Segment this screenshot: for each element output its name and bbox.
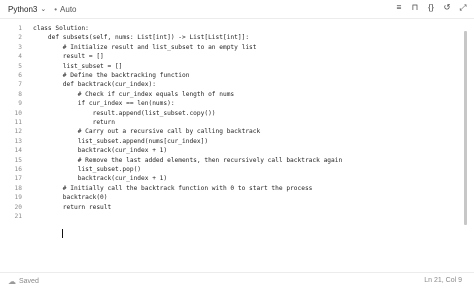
line-number: 21 (14, 213, 22, 220)
chevron-down-icon: ⌄ (40, 6, 47, 13)
code-editor[interactable]: 1 2 3 4 5 6 7 8 9 10 11 12 13 14 15 16 17 18 19 20 21 class … (0, 19, 474, 272)
code-line[interactable]: # Check if cur_index equals length of nu… (33, 90, 234, 99)
language-selector[interactable]: Python3 ⌄ (8, 5, 46, 14)
line-number: 16 (14, 166, 22, 173)
code-line[interactable]: backtrack(cur_index + 1) (33, 174, 167, 183)
code-line[interactable]: list_subset.pop() (33, 165, 141, 174)
line-number: 19 (14, 194, 22, 202)
braces-icon[interactable]: {} (426, 2, 436, 13)
auto-mode-label: Auto (60, 4, 77, 14)
code-line[interactable]: return (33, 118, 115, 127)
toolbar-actions: ≡ ⊓ {} ↺ ⤢ (394, 2, 468, 13)
line-number: 11 (14, 119, 22, 126)
format-icon[interactable]: ≡ (394, 2, 404, 13)
auto-mode-toggle[interactable]: • Auto (54, 5, 76, 14)
line-number: 14 (14, 147, 22, 155)
code-line[interactable]: result = [] (33, 52, 104, 61)
save-status-label: Saved (19, 278, 39, 285)
code-line[interactable]: # Initially call the backtrack function … (33, 184, 313, 193)
vertical-scrollbar[interactable] (464, 31, 467, 225)
status-bar: ☁ Saved Ln 21, Col 9 (0, 272, 474, 290)
line-number-gutter: 1 2 3 4 5 6 7 8 9 10 11 12 13 14 15 16 17 18 19 20 21 (0, 19, 26, 249)
save-status: ☁ Saved (8, 277, 39, 286)
code-line[interactable]: # Carry out a recursive call by calling … (33, 127, 261, 136)
editor-toolbar: Python3 ⌄ • Auto ≡ ⊓ {} ↺ ⤢ (0, 0, 474, 19)
code-line[interactable]: # Initialize result and list_subset to a… (33, 43, 257, 52)
code-line[interactable]: def subsets(self, nums: List[int]) -> Li… (33, 33, 249, 42)
code-line[interactable]: backtrack(0) (33, 193, 108, 202)
bookmark-icon[interactable]: ⊓ (410, 2, 420, 13)
line-number: 1 (18, 25, 22, 32)
code-line[interactable]: # Remove the last added elements, then r… (33, 156, 343, 165)
code-line[interactable]: backtrack(cur_index + 1) (33, 146, 167, 155)
code-line[interactable]: def backtrack(cur_index): (33, 80, 156, 89)
lock-icon: • (54, 4, 58, 14)
reset-icon[interactable]: ↺ (442, 2, 452, 13)
code-line[interactable]: class Solution: (33, 24, 89, 33)
line-number: 8 (18, 90, 22, 98)
code-line[interactable]: result.append(list_subset.copy()) (33, 109, 216, 118)
line-number: 3 (18, 43, 22, 51)
line-number: 20 (14, 203, 22, 211)
line-number: 15 (14, 156, 22, 164)
line-number: 9 (18, 100, 22, 108)
line-number: 6 (18, 72, 22, 79)
line-number: 12 (14, 128, 22, 136)
line-number: 13 (14, 137, 22, 145)
line-number: 4 (18, 53, 22, 61)
text-cursor (62, 229, 63, 238)
code-line[interactable]: if cur_index == len(nums): (33, 99, 175, 108)
cloud-icon: ☁ (8, 277, 16, 286)
line-number: 5 (18, 62, 22, 70)
cursor-position: Ln 21, Col 9 (424, 277, 462, 284)
line-number: 2 (18, 34, 22, 42)
code-area[interactable]: class Solution: def subsets(self, nums: … (33, 19, 458, 249)
code-line[interactable]: return result (33, 203, 111, 212)
line-number: 18 (14, 184, 22, 192)
line-number: 10 (14, 109, 22, 117)
line-number: 7 (18, 81, 22, 89)
code-line[interactable]: # Define the backtracking function (33, 71, 190, 80)
code-line[interactable]: list_subset.append(nums[cur_index]) (33, 137, 208, 146)
fullscreen-icon[interactable]: ⤢ (458, 2, 468, 13)
code-line[interactable]: list_subset = [] (33, 62, 123, 71)
language-label: Python3 (8, 4, 38, 14)
line-number: 17 (14, 175, 22, 183)
